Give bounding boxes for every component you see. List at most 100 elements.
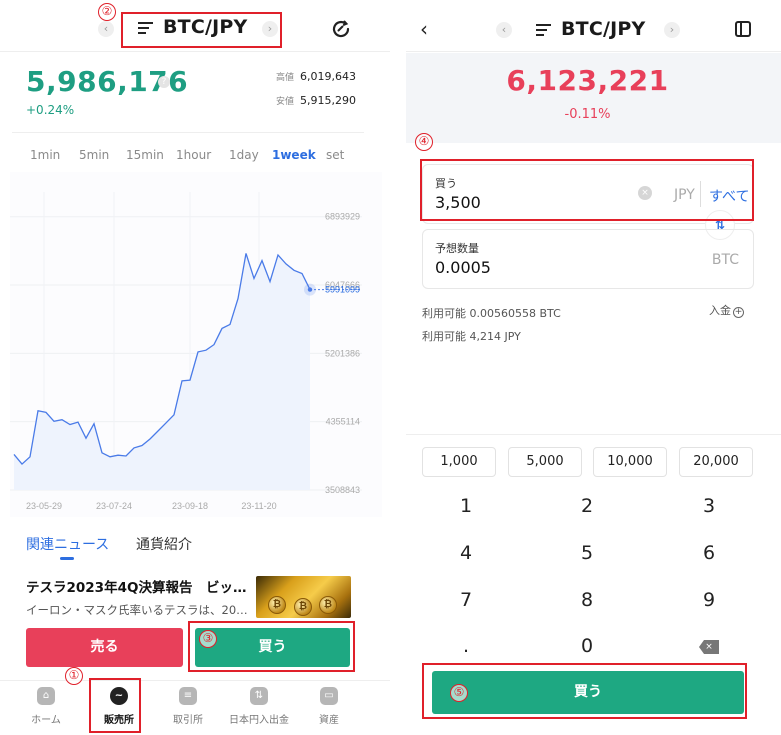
- buy-amount-value[interactable]: 3,500: [435, 193, 481, 212]
- price-chart[interactable]: 6893929604766652013864355114350884323-05…: [10, 172, 382, 517]
- jpy-unit: JPY: [674, 187, 695, 203]
- key-6[interactable]: 6: [664, 542, 754, 564]
- divider: [700, 181, 701, 207]
- plus-circle-icon: +: [733, 307, 744, 318]
- tab-currency-intro[interactable]: 通貨紹介: [136, 534, 192, 554]
- annotation-3: ③: [199, 630, 217, 648]
- clear-icon[interactable]: ×: [638, 186, 652, 200]
- timeframe-15min[interactable]: 15min: [126, 148, 164, 162]
- pair-label: BTC/JPY: [163, 16, 248, 38]
- tab-underline: [60, 557, 74, 560]
- nav-home[interactable]: ⌂ ホーム: [11, 687, 81, 726]
- timeframe-1day[interactable]: 1day: [229, 148, 259, 162]
- buy-amount-label: 買う: [435, 177, 457, 190]
- pair-selector[interactable]: BTC/JPY: [138, 16, 247, 38]
- timeframe-1week[interactable]: 1week: [272, 148, 316, 162]
- key-9[interactable]: 9: [664, 589, 754, 611]
- x-tick-label: 23-07-24: [96, 501, 132, 511]
- help-icon[interactable]: ?: [158, 76, 170, 88]
- pair-label: BTC/JPY: [561, 18, 646, 40]
- key-dot[interactable]: .: [421, 635, 511, 657]
- timeframe-1min[interactable]: 1min: [30, 148, 60, 162]
- btc-unit: BTC: [711, 252, 739, 268]
- y-tick-label: 3508843: [325, 485, 360, 495]
- timeframe-5min[interactable]: 5min: [79, 148, 109, 162]
- nav-exchange[interactable]: ~ 販売所: [84, 687, 154, 726]
- exchange-icon: ~: [110, 687, 128, 705]
- high-price: 高値 6,019,643: [276, 70, 356, 83]
- layout-icon[interactable]: [735, 21, 751, 37]
- annotation-5: ⑤: [450, 684, 468, 702]
- trade-icon: ≡: [179, 687, 197, 705]
- news-thumbnail[interactable]: ₿ ₿ ₿: [256, 576, 351, 618]
- pair-menu-icon: [138, 19, 153, 37]
- next-pair-icon[interactable]: ›: [664, 22, 680, 38]
- prev-pair-icon[interactable]: ‹: [496, 22, 512, 38]
- price-change: -0.11%: [564, 107, 611, 122]
- right-header: ‹ ‹ BTC/JPY ›: [406, 0, 781, 52]
- pair-selector[interactable]: BTC/JPY: [536, 18, 645, 40]
- x-tick-label: 23-11-20: [241, 501, 276, 511]
- est-quantity-value: 0.0005: [435, 258, 491, 277]
- price-change: +0.24%: [26, 103, 75, 117]
- coin-icon: ₿: [319, 596, 337, 614]
- left-screen: ‹ BTC/JPY › 5,986,176 ? +0.24% 高値 6,019,6…: [0, 0, 390, 735]
- annotation-1: ①: [65, 667, 83, 685]
- all-button[interactable]: すべて: [709, 186, 749, 206]
- bottom-nav: ⌂ ホーム ~ 販売所 ≡ 取引所 ⇅ 日本円入出金 ▭ 資産: [0, 680, 390, 735]
- x-tick-label: 23-05-29: [26, 501, 62, 511]
- annotation-4: ④: [415, 133, 433, 151]
- available-jpy: 利用可能 4,214 JPY: [422, 330, 521, 343]
- y-tick-label: 4355114: [326, 417, 360, 427]
- nav-trade[interactable]: ≡ 取引所: [153, 687, 223, 726]
- key-4[interactable]: 4: [421, 542, 511, 564]
- x-tick-label: 23-09-18: [172, 501, 208, 511]
- wallet-icon: ▭: [320, 687, 338, 705]
- buy-button[interactable]: 買う: [432, 671, 744, 714]
- news-title[interactable]: テスラ2023年4Q決算報告 ビッ…: [26, 576, 246, 596]
- coin-icon: ₿: [294, 598, 312, 616]
- preset-20000[interactable]: 20,000: [679, 447, 753, 477]
- prev-pair-icon[interactable]: ‹: [98, 21, 114, 37]
- coin-icon: ₿: [268, 596, 286, 614]
- divider: [406, 434, 781, 435]
- back-icon[interactable]: ‹: [420, 17, 428, 41]
- buy-button[interactable]: 買う: [195, 628, 350, 667]
- estimated-quantity-field: 予想数量 0.0005 BTC: [422, 229, 754, 289]
- nav-jpy-deposit[interactable]: ⇅ 日本円入出金: [224, 687, 294, 726]
- key-2[interactable]: 2: [542, 495, 632, 517]
- current-price-label: 5991099: [325, 285, 360, 295]
- est-quantity-label: 予想数量: [435, 242, 479, 255]
- pair-menu-icon: [536, 21, 551, 39]
- preset-5000[interactable]: 5,000: [508, 447, 582, 477]
- timeframe-1hour[interactable]: 1hour: [176, 148, 211, 162]
- key-7[interactable]: 7: [421, 589, 511, 611]
- low-price: 安値 5,915,290: [276, 94, 356, 107]
- buy-amount-field[interactable]: 買う 3,500 × JPY すべて: [422, 164, 754, 224]
- backspace-icon[interactable]: ×: [699, 640, 719, 654]
- key-0[interactable]: 0: [542, 635, 632, 657]
- next-pair-icon[interactable]: ›: [262, 21, 278, 37]
- key-1[interactable]: 1: [421, 495, 511, 517]
- left-header: ‹ BTC/JPY ›: [0, 0, 390, 52]
- key-8[interactable]: 8: [542, 589, 632, 611]
- key-3[interactable]: 3: [664, 495, 754, 517]
- timeframe-settings[interactable]: set: [326, 148, 344, 162]
- nav-assets[interactable]: ▭ 資産: [294, 687, 364, 726]
- refresh-icon[interactable]: [330, 18, 352, 40]
- preset-1000[interactable]: 1,000: [422, 447, 496, 477]
- y-tick-label: 6893929: [325, 212, 360, 222]
- deposit-link[interactable]: 入金 +: [709, 302, 744, 318]
- right-screen: ‹ ‹ BTC/JPY › 6,123,221 -0.11% 買う 3,500 …: [406, 0, 781, 735]
- home-icon: ⌂: [37, 687, 55, 705]
- preset-10000[interactable]: 10,000: [593, 447, 667, 477]
- tab-related-news[interactable]: 関連ニュース: [26, 534, 109, 554]
- available-btc: 利用可能 0.00560558 BTC: [422, 307, 561, 320]
- current-point: [307, 287, 313, 292]
- key-5[interactable]: 5: [542, 542, 632, 564]
- sell-button[interactable]: 売る: [26, 628, 183, 667]
- y-tick-label: 5201386: [325, 348, 360, 358]
- news-summary[interactable]: イーロン・マスク氏率いるテスラは、20…: [26, 602, 248, 618]
- deposit-icon: ⇅: [250, 687, 268, 705]
- annotation-2: ②: [98, 3, 116, 21]
